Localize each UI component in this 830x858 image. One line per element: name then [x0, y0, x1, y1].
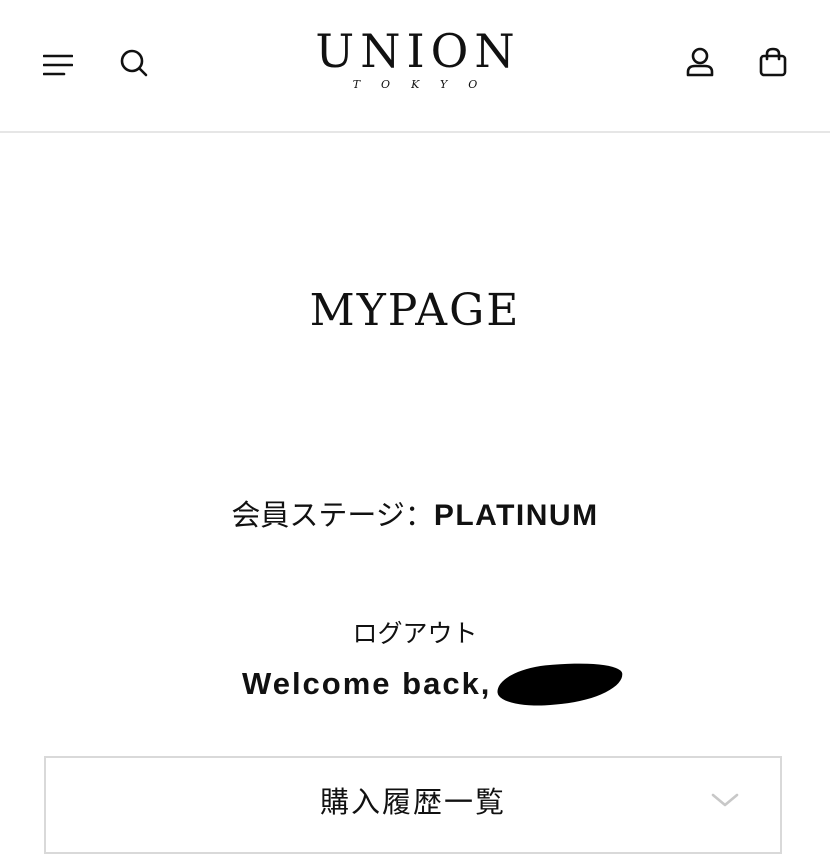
welcome-text: Welcome back, [242, 666, 492, 701]
member-stage: 会員ステージ：PLATINUM [0, 492, 830, 534]
purchase-history-label: 購入履歴一覧 [319, 785, 506, 819]
menu-icon [43, 54, 73, 76]
logout-link[interactable]: ログアウト [0, 614, 830, 650]
search-icon [120, 49, 148, 77]
logo-wordmark: UNION [315, 24, 521, 78]
chevron-down-icon [711, 793, 739, 807]
account-button[interactable] [678, 40, 722, 84]
purchase-history-accordion[interactable]: 購入履歴一覧 [44, 756, 782, 854]
logo-subtitle: TOKYO [352, 78, 499, 91]
welcome-message: Welcome back, [242, 657, 626, 711]
menu-button[interactable] [36, 43, 80, 87]
redacted-username [495, 657, 626, 711]
search-button[interactable] [112, 41, 156, 85]
page-title: MYPAGE [309, 285, 521, 336]
member-stage-label: 会員ステージ： [231, 498, 434, 532]
member-stage-value: PLATINUM [433, 499, 599, 532]
union-tokyo-logo[interactable]: UNION TOKYO [300, 26, 530, 91]
site-header: UNION TOKYO [0, 0, 830, 133]
shopping-bag-icon [759, 47, 787, 77]
user-icon [686, 47, 714, 77]
cart-button[interactable] [751, 40, 795, 84]
